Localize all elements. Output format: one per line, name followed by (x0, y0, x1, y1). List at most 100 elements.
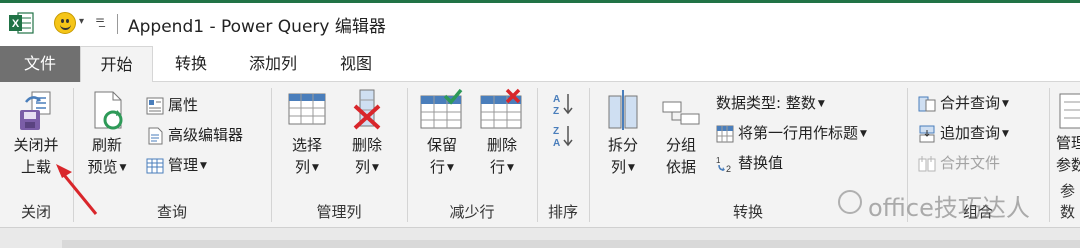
svg-text:Z: Z (553, 106, 559, 116)
group-label-close: 关闭 (20, 203, 51, 221)
title-bar: X ▾ =̲ Append1 - Power Query 编辑器 (0, 0, 1080, 46)
group-by-button[interactable]: 分组 依据 (656, 88, 706, 178)
tab-view[interactable]: 视图 (322, 46, 390, 82)
title-separator (117, 14, 118, 34)
choose-columns-button[interactable]: 选择 列 ▼ (282, 88, 332, 179)
formula-bar-edge (62, 240, 1080, 248)
dropdown-caret-icon: ▼ (312, 162, 319, 173)
tab-home[interactable]: 开始 (80, 46, 153, 83)
remove-rows-icon (479, 88, 525, 132)
watermark-logo-icon (838, 190, 862, 214)
sort-descending-icon: Z A (552, 124, 574, 149)
group-label-reduce-rows: 减少行 (449, 203, 495, 221)
refresh-preview-button[interactable]: 刷新 预览 ▼ (84, 88, 130, 179)
use-first-row-as-headers-label: 将第一行用作标题 (738, 124, 859, 142)
replace-values-button[interactable]: 12 替换值 (716, 150, 783, 176)
refresh-icon (87, 88, 127, 132)
advanced-editor-label: 高级编辑器 (168, 126, 244, 144)
sort-descending-button[interactable]: Z A (552, 122, 578, 149)
remove-columns-icon (347, 88, 387, 132)
close-and-load-button[interactable]: 关闭并 上载 (4, 88, 68, 178)
append-queries-icon (918, 125, 936, 143)
group-by-label-line2: 依据 (665, 158, 696, 176)
dropdown-caret-icon: ▼ (860, 128, 867, 139)
choose-columns-label-line1: 选择 (291, 136, 322, 154)
group-label-parameters: 参数 (1060, 182, 1076, 221)
refresh-preview-label-line1: 刷新 (91, 136, 122, 154)
remove-rows-button[interactable]: 删除 行 ▼ (476, 88, 528, 179)
group-manage-columns: 选择 列 ▼ 删除 列 ▼ 管理列 (272, 82, 406, 228)
dropdown-caret-icon: ▼ (119, 162, 127, 173)
feedback-dropdown-caret-icon[interactable]: ▾ (79, 16, 84, 27)
choose-columns-label-line2: 列 ▼ (295, 158, 319, 176)
dropdown-caret-icon: ▼ (372, 162, 379, 173)
group-label-query: 查询 (156, 203, 187, 221)
remove-rows-label-line2: 行 ▼ (490, 158, 514, 176)
smiley-feedback-icon[interactable] (54, 12, 76, 34)
dropdown-caret-icon: ▼ (628, 162, 635, 173)
dropdown-caret-icon: ▼ (1002, 98, 1009, 109)
svg-text:1: 1 (716, 156, 721, 165)
svg-text:2: 2 (726, 164, 731, 173)
choose-columns-icon (287, 88, 327, 132)
keep-rows-label-line2: 行 ▼ (430, 158, 454, 176)
svg-text:Z: Z (553, 126, 559, 137)
properties-button[interactable]: 属性 (146, 92, 198, 118)
watermark-text: office技巧达人 (868, 194, 1030, 222)
combine-files-label: 合并文件 (940, 154, 1001, 172)
tab-file[interactable]: 文件 (0, 46, 80, 82)
combine-files-button[interactable]: 合并文件 (918, 150, 1000, 176)
group-query: 刷新 预览 ▼ 属性 高级编辑器 管理 ▼ 查询 (74, 82, 270, 228)
merge-queries-label: 合并查询 (940, 94, 1001, 112)
group-label-manage-columns: 管理列 (316, 203, 362, 221)
dropdown-caret-icon: ▼ (507, 162, 514, 173)
group-close: 关闭并 上载 关闭 (0, 82, 72, 228)
advanced-editor-button[interactable]: 高级编辑器 (146, 122, 243, 148)
split-column-icon (603, 88, 643, 132)
dropdown-caret-icon: ▼ (817, 98, 825, 109)
customize-quick-access-icon[interactable]: =̲ (95, 13, 105, 27)
excel-icon[interactable]: X (8, 12, 34, 34)
append-queries-button[interactable]: 追加查询 ▼ (918, 120, 1009, 146)
use-first-row-as-headers-icon (716, 125, 734, 143)
remove-rows-label-line1: 删除 (486, 136, 517, 154)
group-label-sort: 排序 (547, 203, 578, 221)
close-and-load-label-line2: 上载 (20, 158, 51, 176)
replace-values-label: 替换值 (738, 154, 784, 172)
keep-rows-button[interactable]: 保留 行 ▼ (416, 88, 468, 179)
manage-button[interactable]: 管理 ▼ (146, 152, 207, 178)
use-first-row-as-headers-button[interactable]: 将第一行用作标题 ▼ (716, 120, 867, 146)
properties-icon (146, 97, 164, 115)
sort-ascending-icon: A Z (552, 92, 574, 117)
manage-label: 管理 (168, 156, 199, 174)
svg-text:A: A (553, 138, 560, 148)
keep-rows-icon (419, 88, 465, 132)
properties-label: 属性 (168, 96, 199, 114)
data-type-label: 数据类型: 整数 (716, 94, 816, 112)
ribbon-tabs: 文件 开始 转换 添加列 视图 (0, 46, 1080, 83)
keep-rows-label-line1: 保留 (426, 136, 457, 154)
dropdown-caret-icon: ▼ (200, 160, 207, 171)
split-column-button[interactable]: 拆分 列 ▼ (598, 88, 648, 179)
group-by-label-line1: 分组 (665, 136, 696, 154)
merge-queries-button[interactable]: 合并查询 ▼ (918, 90, 1009, 116)
manage-icon (146, 157, 164, 175)
merge-queries-icon (918, 95, 936, 113)
svg-text:X: X (12, 18, 20, 30)
sort-ascending-button[interactable]: A Z (552, 90, 578, 117)
window-title: Append1 - Power Query 编辑器 (128, 17, 386, 37)
group-reduce-rows: 保留 行 ▼ 删除 行 ▼ 减少行 (408, 82, 536, 228)
combine-files-icon (918, 155, 936, 173)
close-and-load-icon (16, 88, 56, 132)
dropdown-caret-icon: ▼ (447, 162, 454, 173)
tab-transform[interactable]: 转换 (160, 46, 222, 82)
data-type-dropdown[interactable]: 数据类型: 整数 ▼ (716, 90, 825, 116)
tab-add-column[interactable]: 添加列 (233, 46, 313, 82)
dropdown-caret-icon: ▼ (1002, 128, 1009, 139)
remove-columns-button[interactable]: 删除 列 ▼ (342, 88, 392, 179)
append-queries-label: 追加查询 (940, 124, 1001, 142)
manage-parameters-icon (1056, 88, 1080, 132)
title-bar-accent (0, 0, 1080, 3)
group-by-icon (661, 88, 701, 132)
manage-parameters-button[interactable]: 管理 参数 (1056, 88, 1080, 176)
